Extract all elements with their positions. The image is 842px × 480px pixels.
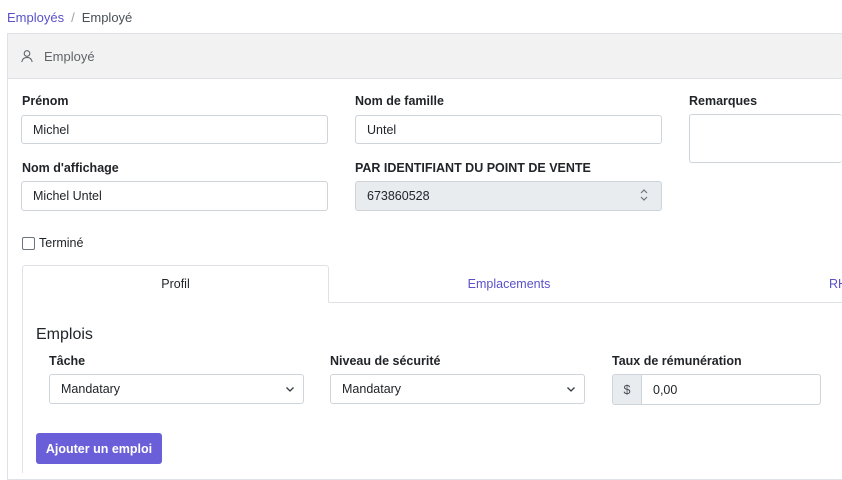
chevron-down-icon xyxy=(286,387,294,392)
card-title: Employé xyxy=(44,48,95,64)
terminated-label: Terminé xyxy=(39,236,84,250)
first-name-input[interactable]: Michel xyxy=(21,115,328,144)
breadcrumb-current: Employé xyxy=(81,10,133,25)
tab-bar: Profil Emplacements RH xyxy=(22,265,842,303)
last-name-input[interactable]: Untel xyxy=(355,115,662,144)
remarks-textarea[interactable] xyxy=(689,114,842,163)
tab-locations[interactable]: Emplacements xyxy=(329,265,689,302)
security-level-select-value: Mandatary xyxy=(342,382,402,396)
pay-rate-input-group: $ 0,00 xyxy=(612,374,821,405)
security-level-select[interactable]: Mandatary xyxy=(330,374,585,404)
display-name-input[interactable]: Michel Untel xyxy=(21,181,328,211)
first-name-label: Prénom xyxy=(22,94,69,108)
add-job-button[interactable]: Ajouter un emploi xyxy=(36,433,162,464)
jobs-section-title: Emplois xyxy=(36,326,93,343)
pay-rate-input[interactable]: 0,00 xyxy=(641,374,821,405)
last-name-label: Nom de famille xyxy=(355,94,444,108)
task-select[interactable]: Mandatary xyxy=(49,374,304,404)
pay-rate-label: Taux de rémunération xyxy=(612,354,742,368)
task-select-value: Mandatary xyxy=(61,382,121,396)
pos-id-label: PAR IDENTIFIANT DU POINT DE VENTE xyxy=(355,161,591,175)
display-name-label: Nom d'affichage xyxy=(22,161,119,175)
security-level-label: Niveau de sécurité xyxy=(330,354,441,368)
tab-hr[interactable]: RH xyxy=(829,265,842,302)
user-icon xyxy=(20,49,34,63)
spinner-icon[interactable] xyxy=(639,188,649,202)
pos-id-input: 673860528 xyxy=(355,181,662,211)
pos-id-value: 673860528 xyxy=(367,189,430,203)
card-header: Employé xyxy=(8,34,842,79)
breadcrumb-separator: / xyxy=(71,10,75,25)
remarks-label: Remarques xyxy=(689,94,758,108)
task-label: Tâche xyxy=(49,354,86,368)
tab-profile[interactable]: Profil xyxy=(22,265,329,303)
terminated-checkbox[interactable] xyxy=(22,237,35,250)
breadcrumb: Employés / Employé xyxy=(7,10,132,25)
currency-prefix: $ xyxy=(612,374,641,405)
breadcrumb-employees-link[interactable]: Employés xyxy=(7,10,64,25)
chevron-down-icon xyxy=(567,387,575,392)
